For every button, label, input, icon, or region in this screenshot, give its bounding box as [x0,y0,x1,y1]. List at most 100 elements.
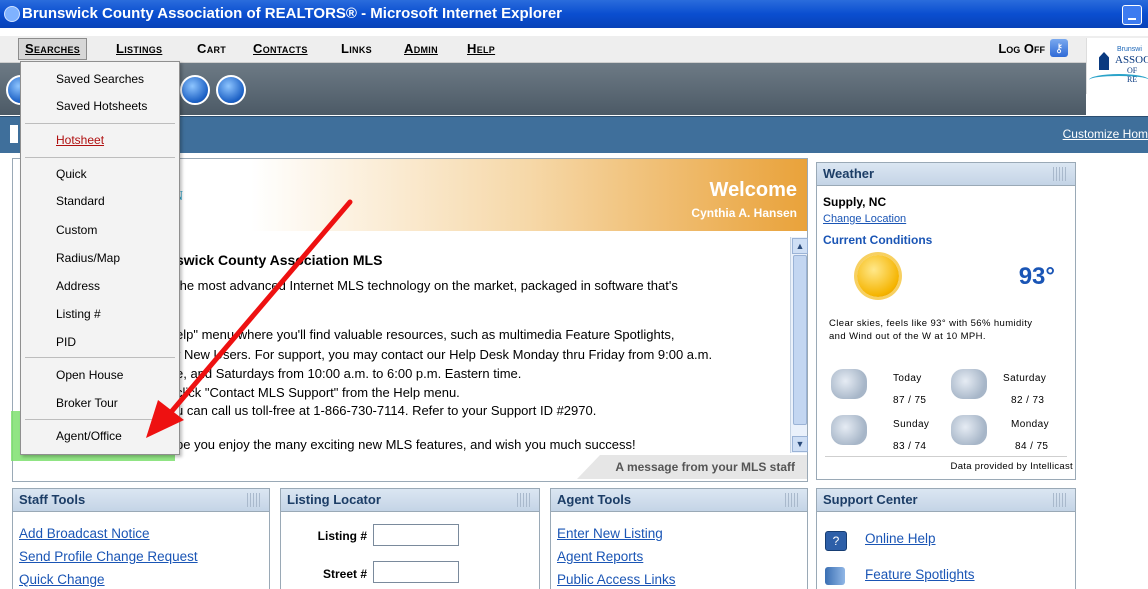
message-line: pe you enjoy the many exciting new MLS f… [176,437,636,452]
listing-number-label: Listing # [317,529,367,543]
street-number-label: Street # [322,567,367,581]
storm-icon [831,415,867,445]
menu-item-standard[interactable]: Standard [56,194,105,208]
forecast-day: Sunday [893,419,930,430]
forecast-temps: 84 / 75 [1015,441,1049,452]
user-name: Cynthia A. Hansen [691,206,797,220]
message-line: elp" menu where you'll find valuable res… [176,327,675,342]
menu-separator [25,123,175,124]
agent-tools-panel: Agent Tools Enter New Listing Agent Repo… [550,488,808,589]
sunny-icon [857,255,899,297]
menu-item-custom[interactable]: Custom [56,223,97,237]
menu-admin[interactable]: Admin [398,40,444,58]
menu-help[interactable]: Help [461,40,501,58]
storm-icon [951,369,987,399]
menu-contacts[interactable]: Contacts [247,40,314,58]
forecast-day: Saturday [1003,373,1047,384]
menu-item-pid[interactable]: PID [56,335,76,349]
message-line: click "Contact MLS Support" from the Hel… [176,385,460,400]
menu-bar: Searches Listings Cart Contacts Links Ad… [0,36,1148,63]
menu-item-open-house[interactable]: Open House [56,368,123,382]
send-profile-change-link[interactable]: Send Profile Change Request [19,549,198,564]
toolbar-arrow-icon[interactable] [180,75,210,105]
add-broadcast-notice-link[interactable]: Add Broadcast Notice [19,526,150,541]
weather-city: Supply, NC [823,195,887,209]
support-center-panel: Support Center ? Online Help Feature Spo… [816,488,1076,589]
current-conditions-label: Current Conditions [823,233,933,247]
menu-item-broker-tour[interactable]: Broker Tour [56,396,118,410]
toolbar-web-icon[interactable] [216,75,246,105]
menu-searches[interactable]: Searches [18,38,88,60]
street-number-input[interactable] [373,561,459,583]
association-logo: Brunswi ASSOC OF RE [1086,38,1148,94]
lighthouse-icon [1099,52,1109,70]
forecast-day: Today [893,373,922,384]
scroll-up-icon[interactable]: ▲ [792,238,808,254]
public-access-links-link[interactable]: Public Access Links [557,572,676,587]
minimize-button[interactable] [1122,5,1142,25]
current-temperature: 93° [1018,263,1055,290]
feature-spotlights-link[interactable]: Feature Spotlights [865,567,975,582]
listing-locator-panel: Listing Locator Listing # Street # [280,488,540,589]
message-line: u can call us toll-free at 1-866-730-711… [176,403,597,418]
drag-grip-icon[interactable] [1053,167,1067,181]
agent-tools-header: Agent Tools [551,489,807,512]
drag-grip-icon[interactable] [785,493,799,507]
quick-change-link[interactable]: Quick Change [19,572,105,587]
enter-new-listing-link[interactable]: Enter New Listing [557,526,663,541]
support-center-header: Support Center [817,489,1075,512]
window-title: Brunswick County Association of REALTORS… [22,5,562,22]
forecast-temps: 82 / 73 [1011,395,1045,406]
menu-item-address[interactable]: Address [56,279,100,293]
drag-grip-icon[interactable] [247,493,261,507]
menu-item-listing-number[interactable]: Listing # [56,307,101,321]
customize-home-link[interactable]: Customize Hom [1063,127,1148,141]
scroll-thumb[interactable] [793,255,807,425]
video-camera-icon[interactable] [825,567,845,585]
menu-cart[interactable]: Cart [191,40,232,58]
weather-description: Clear skies, feels like 93° with 56% hum… [829,318,1033,342]
scroll-down-icon[interactable]: ▼ [792,436,808,452]
message-scrollbar[interactable]: ▲ ▼ [790,237,808,453]
forecast-temps: 87 / 75 [893,395,927,406]
wave-decoration [1089,74,1148,86]
menu-item-quick[interactable]: Quick [56,167,87,181]
change-location-link[interactable]: Change Location [823,213,906,225]
menu-item-saved-searches[interactable]: Saved Searches [56,72,144,86]
menu-separator [25,357,175,358]
weather-header: Weather [817,163,1075,186]
menu-links[interactable]: Links [335,40,378,58]
window-title-bar: Brunswick County Association of REALTORS… [0,0,1148,28]
drag-grip-icon[interactable] [517,493,531,507]
menu-separator [25,419,175,420]
online-help-link[interactable]: Online Help [865,531,936,546]
key-icon[interactable]: ⚷ [1050,39,1068,57]
storm-icon [831,369,867,399]
weather-credit: Data provided by Intellicast [950,461,1073,472]
weather-panel: Weather Supply, NC Change Location Curre… [816,162,1076,480]
message-footer: A message from your MLS staff [577,455,807,479]
forecast-day: Monday [1011,419,1049,430]
tab-fragment [10,125,18,143]
menu-listings[interactable]: Listings [110,40,168,58]
divider [825,456,1067,457]
listing-locator-header: Listing Locator [281,489,539,512]
message-line: r New Users. For support, you may contac… [176,347,713,362]
message-line: the most advanced Internet MLS technolog… [176,278,678,293]
agent-reports-link[interactable]: Agent Reports [557,549,643,564]
staff-tools-header: Staff Tools [13,489,269,512]
searches-dropdown-menu: Saved Searches Saved Hotsheets Hotsheet … [20,61,180,455]
menu-item-agent-office[interactable]: Agent/Office [56,429,122,443]
storm-icon [951,415,987,445]
menu-item-hotsheet[interactable]: Hotsheet [56,133,104,147]
internet-explorer-icon [4,6,20,22]
menu-item-radius-map[interactable]: Radius/Map [56,251,120,265]
staff-tools-panel: Staff Tools Add Broadcast Notice Send Pr… [12,488,270,589]
help-icon[interactable]: ? [825,531,847,551]
welcome-title: Welcome [709,179,797,201]
message-line: e, and Saturdays from 10:00 a.m. to 6:00… [176,366,522,381]
logoff-link[interactable]: Log Off [998,40,1045,58]
menu-item-saved-hotsheets[interactable]: Saved Hotsheets [56,99,147,113]
listing-number-input[interactable] [373,524,459,546]
drag-grip-icon[interactable] [1053,493,1067,507]
